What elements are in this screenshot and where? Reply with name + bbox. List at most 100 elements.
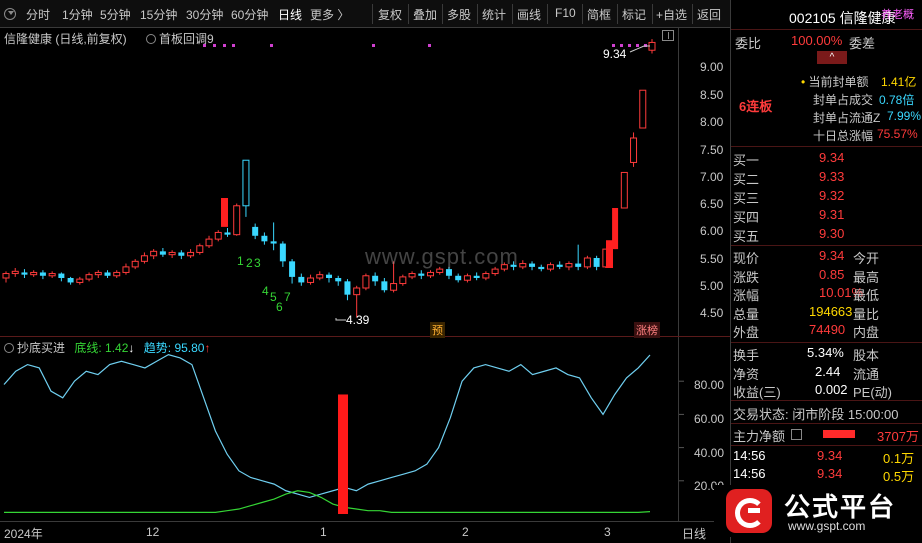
indicator-tick: 80.00 (694, 378, 725, 392)
tab-fenshi[interactable]: 分时 (26, 6, 50, 23)
add-watchlist-button[interactable]: +自选 (656, 6, 687, 23)
time-tick: 2 (462, 525, 469, 539)
candle-body (399, 276, 407, 285)
biaoji-button[interactable]: 标记 (622, 6, 646, 23)
toolbar-divider (582, 4, 583, 24)
tab-30min[interactable]: 30分钟 (186, 6, 223, 23)
forecast-tag[interactable]: 预 (430, 322, 445, 338)
limit-up-tag[interactable]: 涨榜 (634, 322, 660, 338)
candle-body (473, 275, 480, 278)
candle-body (233, 205, 241, 236)
back-button[interactable]: 返回 (697, 6, 721, 23)
price-tick: 5.00 (700, 279, 724, 293)
signal-dot (636, 44, 639, 47)
candle-body (298, 276, 305, 283)
tick-price: 9.34 (817, 466, 843, 481)
candles-group (2, 39, 656, 318)
candle-body (196, 245, 204, 253)
bottom-line (4, 490, 651, 513)
candle-body (408, 273, 416, 278)
tab-daily[interactable]: 日线 (278, 6, 302, 23)
signal-dot (223, 44, 226, 47)
tab-more[interactable]: 更多 〉 (310, 6, 349, 23)
bid-label: 买三 (733, 191, 760, 206)
candle-body (344, 281, 351, 295)
seal-value: 75.57% (877, 127, 918, 141)
candle-body (445, 269, 452, 276)
fuquan-button[interactable]: 复权 (378, 6, 402, 23)
candle-body (381, 281, 388, 291)
arrow-down-icon: ↓ (128, 341, 135, 355)
candle-body (289, 261, 296, 277)
tab-5min[interactable]: 5分钟 (100, 6, 131, 23)
stat-label: 量比 (853, 306, 880, 322)
candle-body (353, 287, 361, 296)
time-tick: 2024年 (4, 527, 43, 541)
stat-label: 现价 (733, 251, 760, 266)
candle-body (583, 257, 591, 268)
candle-body (519, 263, 527, 268)
seal-value: 1.41亿 (881, 75, 917, 89)
candle-body (538, 266, 545, 270)
divider (731, 423, 922, 424)
candle-body (205, 238, 213, 247)
candle-body (2, 273, 10, 279)
duogu-button[interactable]: 多股 (447, 6, 471, 23)
panel-divider (0, 336, 730, 337)
seal-value: 0.78倍 (879, 93, 915, 107)
bid-label: 买五 (733, 229, 760, 244)
tab-15min[interactable]: 15分钟 (140, 6, 177, 23)
tab-1min[interactable]: 1分钟 (62, 6, 93, 23)
quote-panel: 002105 信隆健康 养老概 委比 100.00% 委差 ^ 6连板 • 当前… (730, 0, 922, 543)
candle-body (372, 275, 379, 282)
high-price-label: 9.34 (603, 47, 627, 61)
menu-dropdown-icon[interactable] (4, 8, 16, 20)
indicator-header[interactable]: 抄底买进 底线: 1.42↓ 趋势: 95.80↑ (4, 339, 210, 356)
jiankuang-button[interactable]: 简框 (587, 6, 611, 23)
divider (731, 245, 922, 246)
stat-label: 涨跌 (733, 269, 760, 285)
bid-label: 买四 (733, 210, 760, 225)
candle-body (565, 263, 573, 268)
chevron-down-icon (4, 343, 14, 353)
candle-body (261, 235, 268, 242)
concept-tag[interactable]: 养老概 (881, 6, 922, 24)
f10-button[interactable]: F10 (555, 6, 576, 20)
period-label[interactable]: 日线 (682, 525, 706, 542)
candlestick-chart (2, 39, 684, 514)
candle-body (620, 171, 628, 209)
candle-body (221, 198, 228, 227)
candle-body (455, 275, 462, 281)
candle-body (58, 273, 65, 278)
price-tick: 8.50 (700, 88, 724, 102)
candle-body (575, 263, 582, 267)
stat-label: 涨幅 (733, 288, 760, 303)
chevron-up-icon[interactable]: ^ (817, 51, 847, 64)
signal-dots-group (203, 44, 650, 321)
stat-label: 股本 (853, 348, 880, 363)
tongji-button[interactable]: 统计 (482, 6, 506, 23)
bid-price: 9.32 (819, 188, 845, 203)
candle-body (85, 274, 93, 280)
bottom-line-label: 底线: (74, 341, 102, 355)
brand-url: www.gspt.com (788, 519, 866, 533)
low-price-label: 4.39 (346, 313, 370, 327)
candle-body (639, 89, 647, 129)
menu-icon[interactable] (791, 429, 802, 440)
candle-body (67, 278, 74, 283)
candle-body (362, 275, 370, 289)
huaxian-button[interactable]: 画线 (517, 6, 541, 23)
divider (731, 342, 922, 343)
streak-badge: 6连板 (739, 99, 773, 114)
tab-60min[interactable]: 60分钟 (231, 6, 268, 23)
stat-label: 最低 (853, 288, 880, 303)
toolbar-divider (512, 4, 513, 24)
diejia-button[interactable]: 叠加 (413, 6, 437, 23)
divider (731, 146, 922, 147)
low-marker-line (335, 318, 346, 321)
tick-volume: 0.1万 (883, 451, 915, 466)
stat-label: 收益(三) (733, 385, 781, 400)
bid-price: 9.33 (819, 169, 845, 184)
toolbar-divider (652, 4, 653, 24)
candle-body (48, 273, 56, 277)
